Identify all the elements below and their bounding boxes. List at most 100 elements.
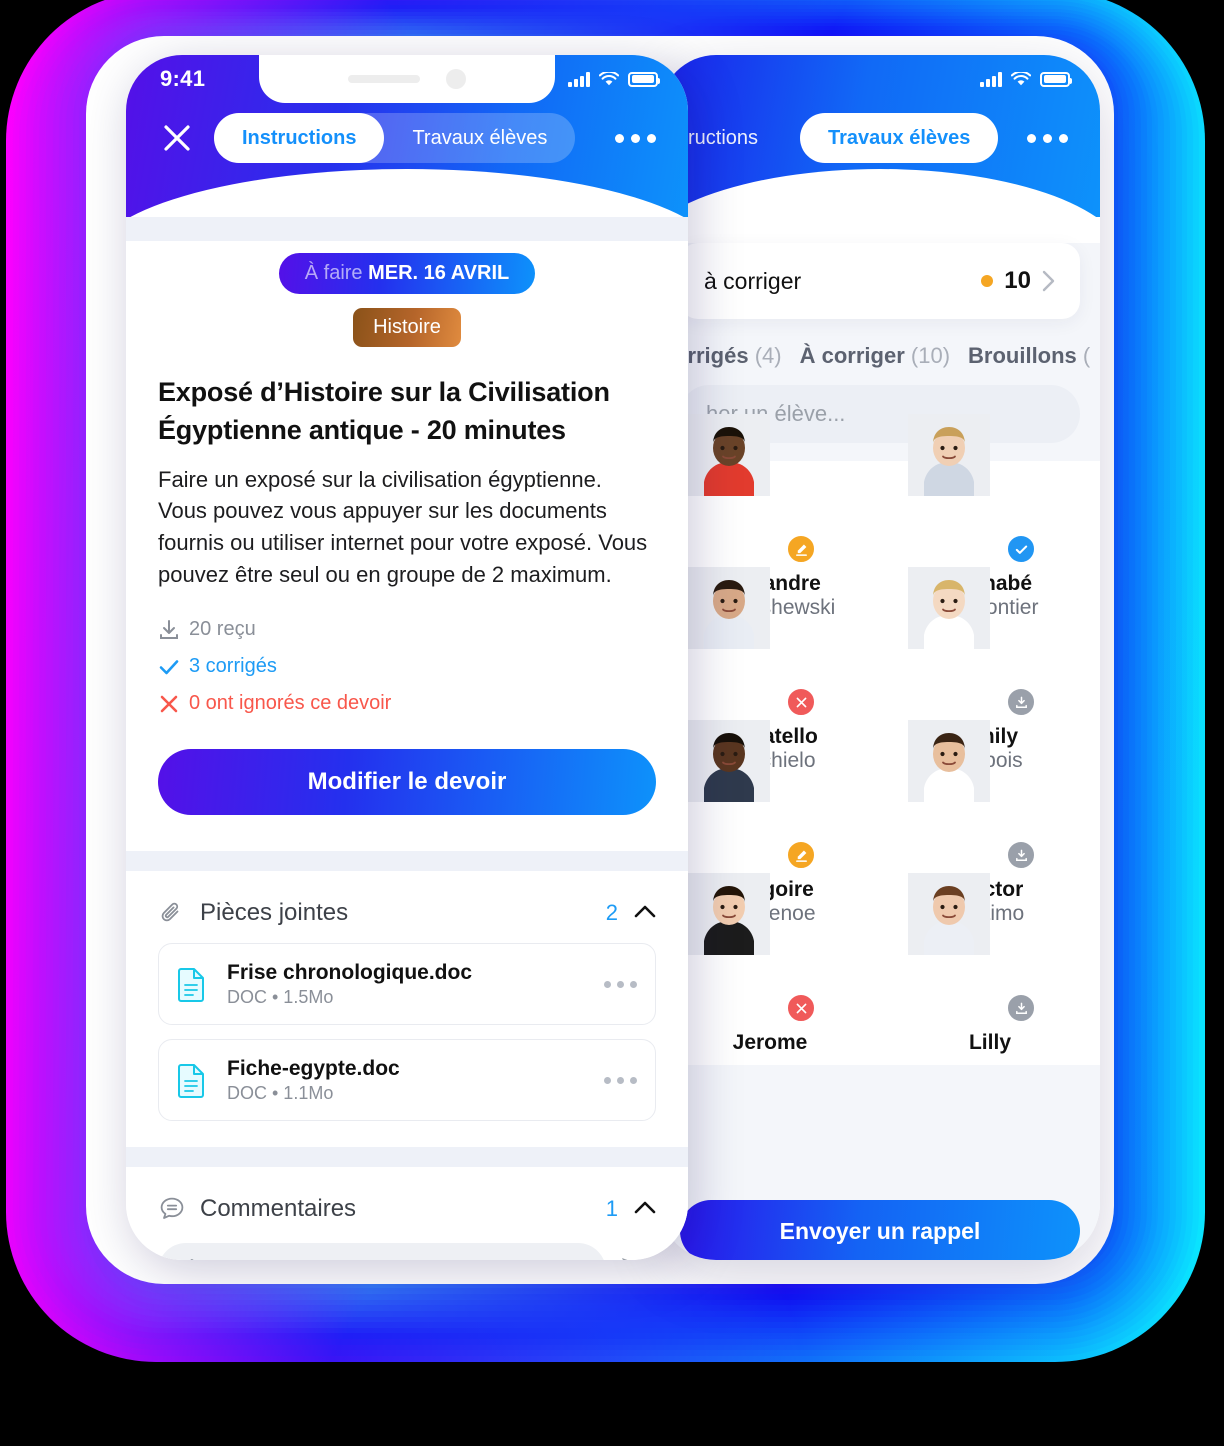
more-options-icon[interactable]	[615, 133, 660, 143]
tab-instructions[interactable]: Instructions	[214, 113, 385, 163]
edit-assignment-button[interactable]: Modifier le devoir	[158, 749, 656, 816]
stat-ignored-label: 0 ont ignorés ce devoir	[189, 692, 392, 715]
comments-title: Commentaires	[200, 1195, 357, 1223]
subject-chip-wrapper: Histoire	[126, 308, 688, 347]
attachment-list: Frise chronologique.doc DOC • 1.5Mo Fiche-…	[126, 943, 688, 1122]
comments-section-header[interactable]: Commentaires 1	[126, 1167, 688, 1223]
attachment-item[interactable]: Fiche-egypte.doc DOC • 1.1Mo	[158, 1039, 656, 1122]
close-icon[interactable]	[154, 115, 200, 161]
comments-count: 1	[605, 1196, 618, 1222]
status-badge	[786, 840, 816, 870]
front-nav-row: Instructions Travaux élèves	[126, 103, 688, 173]
student-card[interactable]: Lilly	[900, 873, 1080, 1055]
download-icon	[160, 619, 178, 639]
avatar-portrait	[908, 567, 990, 649]
avatar-wrapper	[908, 720, 1036, 870]
assignment-content: Exposé d’Histoire sur la Civilisation Ég…	[126, 373, 688, 816]
cellular-bars-icon	[568, 71, 590, 87]
status-badge	[786, 534, 816, 564]
more-options-icon[interactable]	[1027, 133, 1072, 143]
status-badge	[786, 687, 816, 717]
tab-student-work[interactable]: Travaux élèves	[384, 113, 575, 163]
section-divider-2	[126, 1147, 688, 1168]
view-segmented-control: Instructions Travaux élèves	[214, 113, 576, 163]
avatar	[908, 567, 990, 649]
speaker-bar-icon	[348, 75, 420, 83]
avatar-portrait	[688, 567, 770, 649]
tab-corriges[interactable]: orrigés (4)	[674, 343, 782, 369]
avatar-wrapper	[688, 720, 816, 870]
avatar-wrapper	[688, 414, 816, 564]
avatar-portrait	[908, 873, 990, 955]
attachments-section-header[interactable]: Pièces jointes 2	[126, 871, 688, 927]
send-reminder-button[interactable]: Envoyer un rappel	[680, 1200, 1080, 1260]
document-icon	[177, 1062, 211, 1099]
student-first-name: Lilly	[968, 1031, 1011, 1054]
status-time: 9:41	[160, 66, 206, 91]
cellular-bars-icon	[980, 71, 1002, 87]
summary-count: 10	[1004, 267, 1031, 294]
page-title: Exposé d’Histoire sur la Civilisation Ég…	[158, 377, 610, 446]
avatar-wrapper	[908, 414, 1036, 564]
due-date: MER. 16 AVRIL	[368, 262, 510, 284]
avatar-wrapper	[688, 567, 816, 717]
document-icon	[177, 966, 211, 1003]
chevron-up-icon[interactable]	[634, 1200, 656, 1219]
student-first-name: Jerome	[732, 1031, 808, 1054]
tab-a-corriger[interactable]: À corriger (10)	[800, 343, 950, 369]
status-filter-tabs: orrigés (4) À corriger (10) Brouillons (	[660, 319, 1100, 369]
stat-graded-label: 3 corrigés	[189, 655, 277, 678]
more-options-icon[interactable]	[604, 1076, 637, 1084]
status-dot	[981, 275, 994, 287]
attachment-item[interactable]: Frise chronologique.doc DOC • 1.5Mo	[158, 943, 656, 1026]
front-phone-mockup: 9:41 Instructions Travaux élèves À faire…	[126, 55, 688, 1260]
back-phone-mockup: ructions Travaux élèves à corriger 10 or…	[660, 55, 1100, 1260]
front-phone-body: À faire MER. 16 AVRIL Histoire Exposé d’…	[126, 217, 688, 1260]
status-badge	[1006, 840, 1036, 870]
comment-composer	[126, 1243, 688, 1260]
subject-chip: Histoire	[353, 308, 461, 347]
assignment-description: Faire un exposé sur la civilisation égyp…	[158, 466, 648, 587]
tab-student-work-back[interactable]: Travaux élèves	[800, 113, 999, 163]
stat-graded: 3 corrigés	[158, 655, 656, 678]
chevron-right-icon[interactable]	[1042, 270, 1056, 292]
stat-ignored: 0 ont ignorés ce devoir	[158, 692, 656, 715]
avatar	[908, 873, 990, 955]
avatar-portrait	[688, 720, 770, 802]
phone-notch	[259, 55, 555, 103]
attachments-title: Pièces jointes	[200, 899, 349, 927]
battery-icon	[1040, 71, 1072, 87]
back-status-bar	[660, 55, 1100, 103]
status-badge	[786, 993, 816, 1023]
tab-instructions-back[interactable]: ructions	[688, 113, 786, 163]
student-card[interactable]: Jerome	[680, 873, 860, 1055]
cross-icon	[160, 695, 178, 713]
avatar-wrapper	[688, 873, 816, 1023]
due-prefix: À faire	[304, 262, 369, 284]
more-options-icon[interactable]	[604, 980, 637, 988]
avatar-wrapper	[908, 567, 1036, 717]
due-date-pill: À faire MER. 16 AVRIL	[278, 253, 536, 294]
status-badge	[1006, 687, 1036, 717]
stat-received: 20 reçu	[158, 618, 656, 641]
avatar	[688, 414, 770, 496]
summary-card[interactable]: à corriger 10	[680, 243, 1080, 319]
top-grey-strip	[126, 217, 688, 241]
summary-label: à corriger	[704, 267, 802, 294]
due-pill-wrapper: À faire MER. 16 AVRIL	[126, 253, 688, 294]
comment-input[interactable]	[158, 1243, 606, 1260]
attachment-meta: DOC • 1.1Mo	[227, 1082, 334, 1103]
attachment-name: Frise chronologique.doc	[227, 960, 473, 984]
avatar	[688, 720, 770, 802]
paperclip-icon	[158, 899, 188, 927]
back-nav-row: ructions Travaux élèves	[660, 103, 1100, 173]
avatar-portrait	[908, 414, 990, 496]
chevron-up-icon[interactable]	[634, 904, 656, 923]
front-phone-header: 9:41 Instructions Travaux élèves	[126, 55, 688, 261]
avatar-portrait	[908, 720, 990, 802]
wifi-icon	[599, 71, 619, 85]
tab-brouillons[interactable]: Brouillons (	[968, 343, 1090, 369]
status-badge	[1006, 993, 1036, 1023]
send-icon[interactable]	[620, 1254, 656, 1260]
back-phone-header: ructions Travaux élèves	[660, 55, 1100, 261]
